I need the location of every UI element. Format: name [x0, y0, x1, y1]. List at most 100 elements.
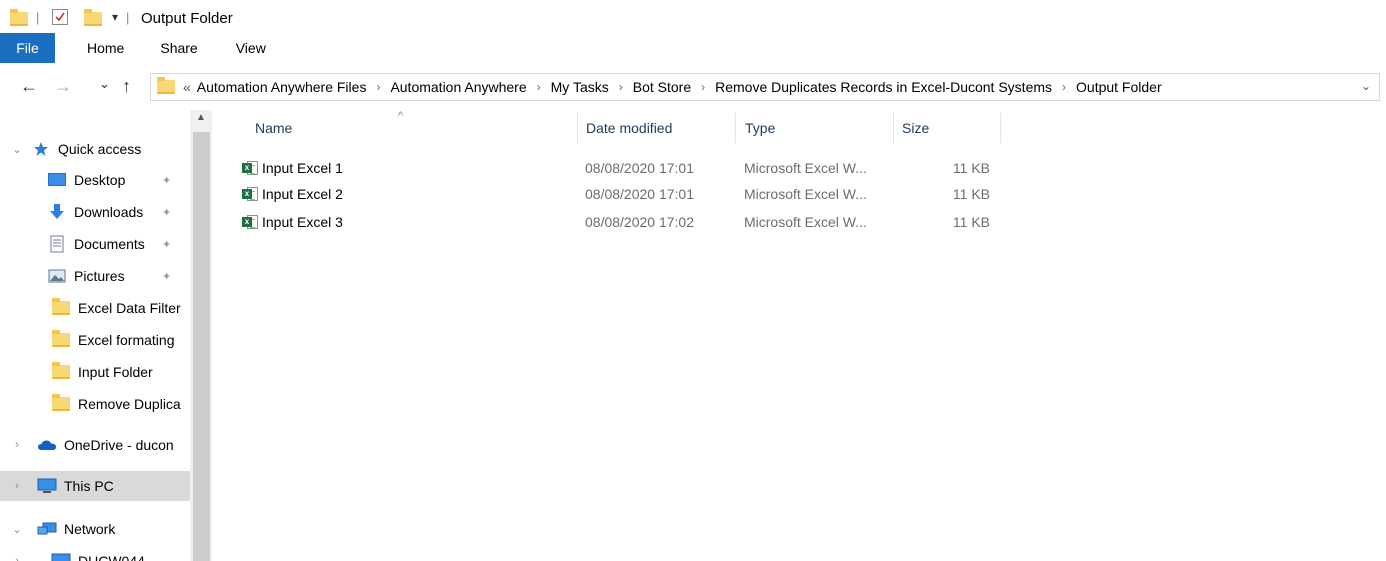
address-dropdown-button[interactable]: ⌄ [1361, 79, 1371, 93]
expand-chevron-icon[interactable]: › [10, 555, 24, 561]
new-folder-icon[interactable] [84, 9, 102, 26]
breadcrumb-chevron-icon[interactable]: › [537, 80, 541, 94]
scrollbar-thumb[interactable] [193, 132, 210, 561]
collapse-chevron-icon[interactable]: ⌄ [10, 523, 24, 536]
tab-share[interactable]: Share [142, 40, 215, 56]
scroll-up-button[interactable]: ▲ [190, 112, 212, 130]
sidebar-item-label: Downloads [74, 204, 144, 220]
sidebar-item-label: Desktop [74, 172, 126, 188]
sidebar-item-label: OneDrive - ducon [64, 437, 174, 453]
breadcrumb-item[interactable]: My Tasks [551, 79, 609, 95]
breadcrumb-chevron-icon[interactable]: › [376, 80, 380, 94]
file-date: 08/08/2020 17:02 [585, 214, 694, 230]
sidebar-item-ducw044[interactable]: › DUCW044 [0, 546, 190, 561]
navigation-pane: ⌄ Quick access Desktop ✦ Downloads ✦ Doc… [0, 110, 212, 561]
pictures-icon [46, 267, 68, 285]
file-name-cell[interactable]: x Input Excel 1 [242, 154, 343, 182]
download-icon [46, 203, 68, 221]
column-divider[interactable] [1000, 113, 1001, 143]
recent-locations-button[interactable]: ⌄ [99, 76, 110, 92]
sidebar-item-label: Excel Data Filter [78, 300, 181, 316]
window-title: Output Folder [141, 10, 233, 27]
breadcrumb-item[interactable]: Bot Store [633, 79, 691, 95]
expand-chevron-icon[interactable]: › [10, 439, 24, 451]
file-row[interactable]: x Input Excel 2 08/08/2020 17:01 Microso… [240, 180, 1000, 208]
sidebar-item-label: Network [64, 521, 116, 537]
sidebar-item-input-folder[interactable]: Input Folder [0, 357, 212, 387]
address-bar[interactable]: « Automation Anywhere Files › Automation… [150, 73, 1380, 101]
customize-qa-dropdown[interactable]: ▾ [112, 10, 118, 24]
file-date: 08/08/2020 17:01 [585, 186, 694, 202]
column-divider[interactable] [577, 113, 578, 143]
file-name: Input Excel 3 [262, 214, 343, 230]
breadcrumb-chevron-icon[interactable]: › [1062, 80, 1066, 94]
address-overflow[interactable]: « [183, 79, 191, 95]
collapse-chevron-icon[interactable]: ⌄ [10, 143, 24, 156]
excel-file-icon: x [242, 160, 258, 176]
file-size: 11 KB [952, 214, 990, 230]
forward-button[interactable]: → [54, 76, 72, 97]
sidebar-item-remove-duplicates[interactable]: Remove Duplica [0, 389, 212, 419]
tab-file[interactable]: File [0, 33, 55, 63]
sidebar-item-pictures[interactable]: Pictures ✦ [0, 261, 212, 291]
file-type: Microsoft Excel W... [744, 214, 867, 230]
folder-icon [50, 394, 72, 413]
sidebar-item-label: Input Folder [78, 364, 153, 380]
expand-chevron-icon[interactable]: › [10, 480, 24, 492]
sidebar-item-label: Remove Duplica [78, 396, 181, 412]
pin-icon[interactable]: ✦ [162, 238, 171, 251]
sidebar-item-quick-access[interactable]: ⌄ Quick access [0, 134, 190, 164]
qa-separator: | [126, 10, 130, 25]
up-button[interactable]: ↑ [122, 76, 131, 97]
pin-icon[interactable]: ✦ [162, 270, 171, 283]
pin-icon[interactable]: ✦ [162, 206, 171, 219]
breadcrumb-item[interactable]: Automation Anywhere [390, 79, 526, 95]
back-button[interactable]: ← [20, 76, 38, 97]
file-name-cell[interactable]: x Input Excel 2 [242, 180, 343, 208]
documents-icon [46, 235, 68, 253]
folder-icon [50, 298, 72, 317]
file-name: Input Excel 1 [262, 160, 343, 176]
column-divider[interactable] [893, 113, 894, 143]
column-divider[interactable] [735, 113, 736, 143]
column-header-name[interactable]: Name [255, 116, 575, 140]
tab-home[interactable]: Home [55, 40, 142, 56]
sidebar-item-this-pc[interactable]: › This PC [0, 471, 190, 501]
sidebar-item-network[interactable]: ⌄ Network [0, 514, 190, 544]
properties-icon[interactable] [52, 9, 68, 25]
sidebar-item-desktop[interactable]: Desktop ✦ [0, 165, 212, 195]
breadcrumb-item-current[interactable]: Output Folder [1076, 79, 1162, 95]
file-name-cell[interactable]: x Input Excel 3 [242, 208, 343, 236]
computer-icon [50, 552, 72, 561]
sidebar-item-label: Quick access [58, 141, 142, 157]
column-header-size[interactable]: Size [902, 116, 997, 140]
file-type: Microsoft Excel W... [744, 160, 867, 176]
sidebar-item-excel-data-filter[interactable]: Excel Data Filter [0, 293, 212, 323]
sidebar-item-label: This PC [64, 478, 114, 494]
sidebar-item-downloads[interactable]: Downloads ✦ [0, 197, 212, 227]
ribbon-tabs: File Home Share View [0, 33, 284, 63]
sidebar-item-documents[interactable]: Documents ✦ [0, 229, 212, 259]
excel-file-icon: x [242, 186, 258, 202]
folder-icon [50, 330, 72, 349]
breadcrumb-chevron-icon[interactable]: › [619, 80, 623, 94]
file-row[interactable]: x Input Excel 3 08/08/2020 17:02 Microso… [240, 208, 1000, 236]
column-header-date-modified[interactable]: Date modified [586, 116, 731, 140]
file-size: 11 KB [952, 160, 990, 176]
folder-icon [157, 77, 175, 94]
breadcrumb-item[interactable]: Automation Anywhere Files [197, 79, 367, 95]
folder-icon [50, 362, 72, 381]
breadcrumb-chevron-icon[interactable]: › [701, 80, 705, 94]
column-header-type[interactable]: Type [745, 116, 885, 140]
folder-icon [10, 9, 28, 26]
pin-icon[interactable]: ✦ [162, 174, 171, 187]
file-row[interactable]: x Input Excel 1 08/08/2020 17:01 Microso… [240, 154, 1000, 182]
tab-view[interactable]: View [216, 40, 284, 56]
breadcrumb-item[interactable]: Remove Duplicates Records in Excel-Ducon… [715, 79, 1052, 95]
pc-icon [36, 477, 58, 495]
sidebar-item-excel-formating[interactable]: Excel formating [0, 325, 212, 355]
star-icon [30, 140, 52, 158]
desktop-icon [46, 171, 68, 189]
sidebar-item-label: Excel formating [78, 332, 175, 348]
sidebar-item-onedrive[interactable]: › OneDrive - ducon [0, 430, 190, 460]
